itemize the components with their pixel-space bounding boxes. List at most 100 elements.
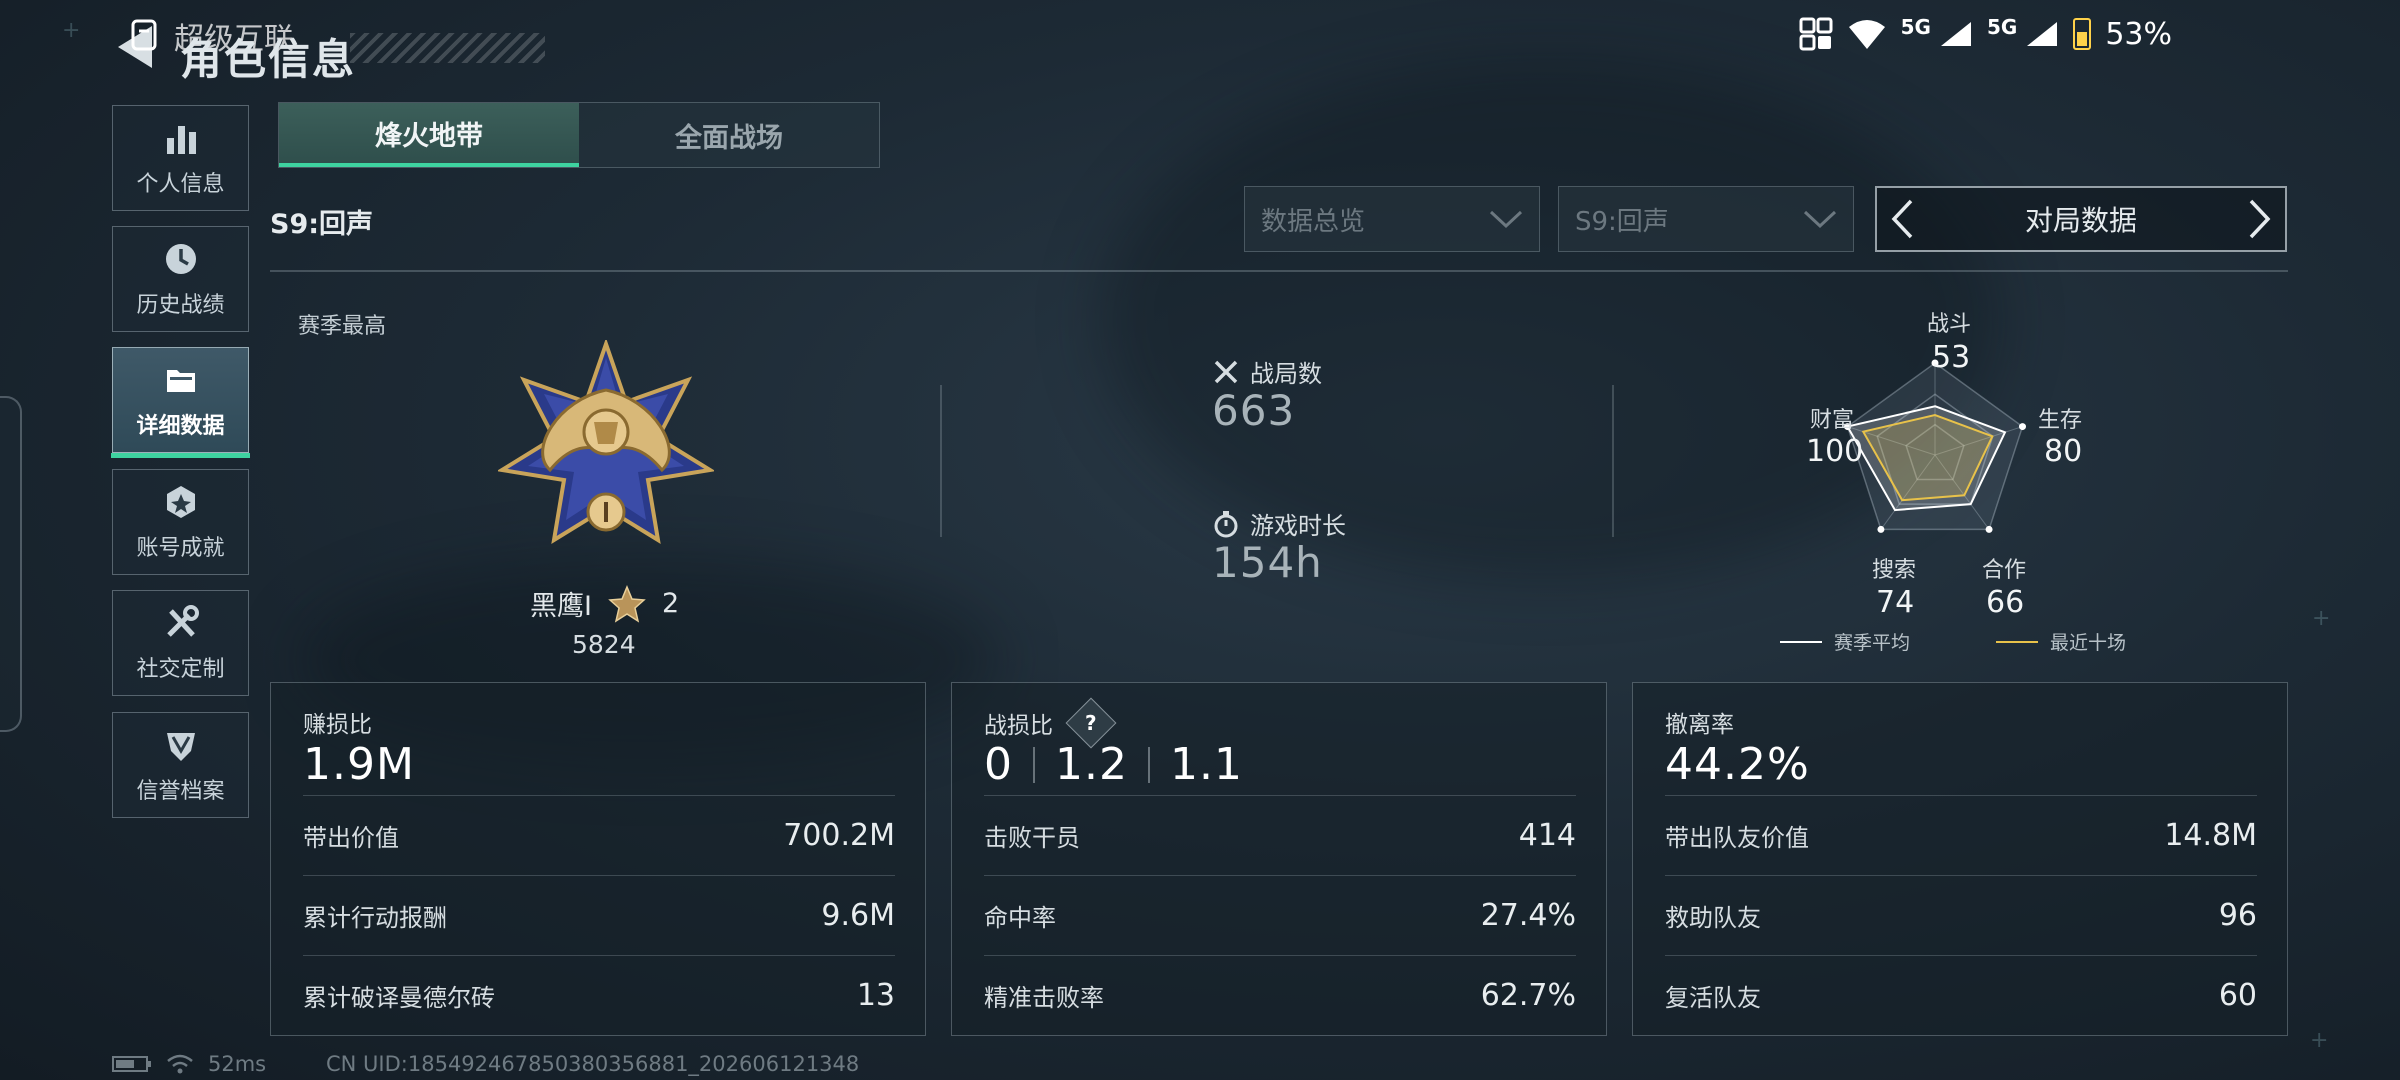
user-uid: CN UID:185492467850380356881_20260612134… — [326, 1052, 860, 1076]
stat-row: 带出价值 700.2M — [303, 795, 895, 875]
row-label: 带出队友价值 — [1665, 824, 1809, 852]
row-value: 62.7% — [1480, 978, 1576, 1013]
row-label: 命中率 — [984, 904, 1056, 932]
separator — [1147, 746, 1150, 783]
radar-value-combat: 53 — [1932, 340, 1971, 375]
kd-label: 战损比 ? — [984, 697, 1117, 749]
row-value: 9.6M — [821, 898, 895, 933]
radar-point — [1985, 525, 1993, 533]
card-label-text: 战损比 — [984, 713, 1053, 739]
row-label: 复活队友 — [1665, 984, 1761, 1012]
status-bar: 5G 5G 53% — [1799, 12, 2172, 56]
legend-label: 赛季平均 — [1834, 632, 1911, 654]
wifi-icon — [1848, 20, 1885, 49]
decor-plus: + — [2312, 606, 2331, 631]
tab-firezone[interactable]: 烽火地带 — [279, 103, 579, 167]
crossed-swords-icon — [1214, 360, 1238, 383]
dropdown-value: 数据总览 — [1261, 206, 1366, 237]
radar-point — [2018, 423, 2026, 431]
decor-plus: + — [62, 18, 81, 43]
tab-all-battlefield[interactable]: 全面战场 — [579, 103, 879, 167]
clock-icon — [165, 244, 196, 274]
kd-value: 1.2 — [1055, 739, 1128, 790]
stat-row: 累计破译曼德尔砖 13 — [303, 955, 895, 1035]
stat-row: 命中率 27.4% — [984, 875, 1576, 955]
radar-label-teamwork: 合作 — [1982, 558, 2027, 583]
playtime-value: 154h — [1212, 538, 1323, 587]
kd-value: 0 — [984, 739, 1013, 790]
stat-row: 击败干员 414 — [984, 795, 1576, 875]
device-battery-icon — [112, 1056, 151, 1072]
row-value: 414 — [1518, 818, 1576, 853]
sidebar-item-achievements[interactable]: 账号成就 — [112, 469, 249, 575]
folder-icon — [166, 370, 195, 392]
page-title: 角色信息 — [180, 35, 357, 84]
dropdown-value: S9:回声 — [1575, 206, 1669, 237]
bar-chart-icon — [166, 126, 196, 154]
matches-label-text: 战局数 — [1250, 360, 1322, 388]
extract-card: 撤离率 44.2% 带出队友价值 14.8M 救助队友 96 复活队友 60 — [1632, 682, 2288, 1036]
legend-swatch — [1780, 640, 1822, 643]
overview-dropdown[interactable]: 数据总览 — [1244, 186, 1540, 252]
radar-label-combat: 战斗 — [1927, 312, 1972, 337]
sidebar-item-reputation[interactable]: 信誉档案 — [112, 712, 249, 818]
network-type: 5G — [1986, 15, 2018, 39]
sidebar-item-label: 历史战绩 — [136, 293, 225, 318]
playtime-label: 游戏时长 — [1212, 506, 1346, 541]
nfc-icon — [1799, 17, 1833, 51]
card-label-text: 撤离率 — [1665, 712, 1734, 738]
stat-row: 累计行动报酬 9.6M — [303, 875, 895, 955]
row-label: 累计破译曼德尔砖 — [303, 984, 495, 1012]
signal-icon — [2027, 22, 2058, 46]
radar-value-survival: 80 — [2044, 434, 2083, 469]
stopwatch-icon — [1214, 510, 1238, 537]
link-icon — [131, 19, 157, 51]
shield-icon — [166, 733, 195, 761]
radar-label-wealth: 财富 — [1810, 408, 1855, 433]
chevron-left-icon[interactable] — [1891, 199, 1913, 239]
chevron-right-icon[interactable] — [2249, 199, 2271, 239]
sidebar-item-history[interactable]: 历史战绩 — [112, 226, 249, 332]
radar-point — [1877, 525, 1885, 533]
row-value: 60 — [2218, 978, 2257, 1013]
row-value: 27.4% — [1480, 898, 1576, 933]
chevron-down-icon — [1489, 210, 1523, 229]
season-best-label: 赛季最高 — [298, 314, 387, 339]
edge-handle[interactable] — [0, 396, 22, 732]
extract-label: 撤离率 — [1665, 705, 1734, 739]
ping-value: 52ms — [208, 1052, 267, 1076]
decor-plus: + — [2310, 1028, 2329, 1053]
row-value: 96 — [2218, 898, 2257, 933]
sidebar-item-detailed-data[interactable]: 详细数据 — [111, 347, 250, 458]
rank-name: 黑鹰I — [530, 591, 592, 622]
battery-icon — [2073, 18, 2092, 50]
tools-icon — [166, 605, 199, 637]
radar-label-survival: 生存 — [2038, 408, 2083, 433]
battery-percent: 53% — [2105, 16, 2172, 52]
divider — [1612, 385, 1614, 537]
stat-row: 复活队友 60 — [1665, 955, 2257, 1035]
radar-value-wealth: 100 — [1806, 434, 1864, 469]
kd-value: 1.1 — [1169, 739, 1243, 790]
match-data-label: 对局数据 — [2024, 204, 2137, 237]
legend-recent-ten: 最近十场 — [1996, 628, 2126, 655]
star-icon — [608, 584, 646, 623]
signal-icon — [1940, 22, 1971, 46]
season-dropdown[interactable]: S9:回声 — [1558, 186, 1854, 252]
profit-label: 赚损比 — [303, 705, 372, 739]
footer-status: 52ms — [112, 1052, 266, 1076]
wifi-icon — [167, 1054, 193, 1074]
row-value: 13 — [856, 978, 895, 1013]
playtime-label-text: 游戏时长 — [1250, 512, 1346, 540]
sidebar-item-label: 社交定制 — [136, 657, 225, 682]
extract-value: 44.2% — [1665, 739, 1810, 790]
rank-score: 5824 — [572, 630, 636, 659]
legend-season-avg: 赛季平均 — [1780, 628, 1910, 655]
sidebar-item-personal-info[interactable]: 个人信息 — [112, 105, 249, 211]
radar-label-search: 搜索 — [1872, 558, 1917, 583]
legend-label: 最近十场 — [2050, 632, 2127, 654]
title-decoration — [350, 33, 545, 63]
profit-card: 赚损比 1.9M 带出价值 700.2M 累计行动报酬 9.6M 累计破译曼德尔砖 1… — [270, 682, 926, 1036]
rank-medal-icon — [498, 340, 714, 545]
sidebar-item-social[interactable]: 社交定制 — [112, 590, 249, 696]
